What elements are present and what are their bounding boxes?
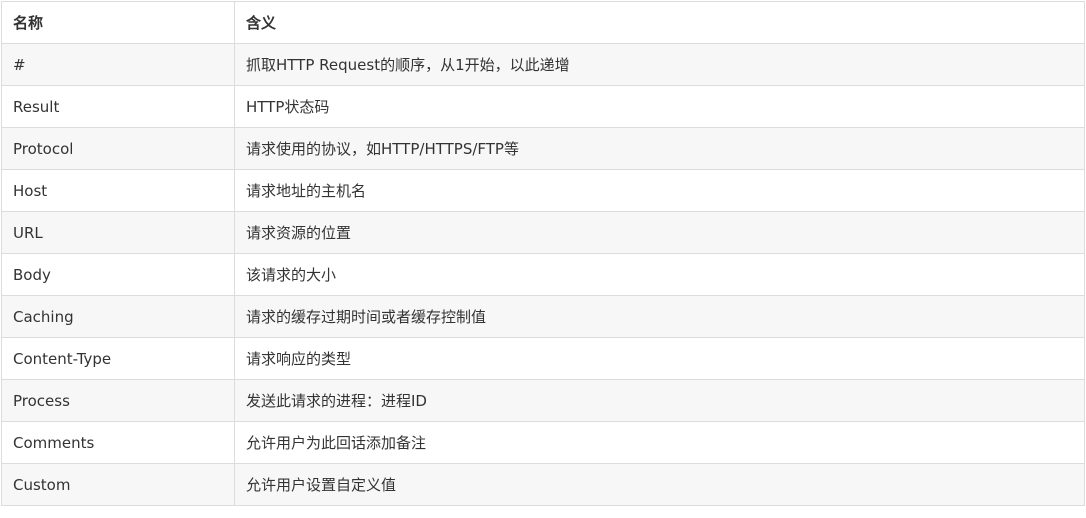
table-body: # 抓取HTTP Request的顺序，从1开始，以此递增 Result HTT… xyxy=(1,43,1085,506)
table-row: Result HTTP状态码 xyxy=(1,85,1085,128)
field-name-cell: # xyxy=(1,43,235,86)
field-meaning-cell: 允许用户设置自定义值 xyxy=(234,463,1085,506)
field-meaning-cell: 发送此请求的进程：进程ID xyxy=(234,379,1085,422)
field-meaning-cell: 允许用户为此回话添加备注 xyxy=(234,421,1085,464)
table-row: Comments 允许用户为此回话添加备注 xyxy=(1,421,1085,464)
table-row: Protocol 请求使用的协议，如HTTP/HTTPS/FTP等 xyxy=(1,127,1085,170)
table-header: 名称 含义 xyxy=(1,1,1085,44)
field-meaning-cell: 该请求的大小 xyxy=(234,253,1085,296)
table-row: Custom 允许用户设置自定义值 xyxy=(1,463,1085,506)
field-name-cell: Protocol xyxy=(1,127,235,170)
header-meaning: 含义 xyxy=(234,1,1085,44)
table-row: Content-Type 请求响应的类型 xyxy=(1,337,1085,380)
header-row: 名称 含义 xyxy=(1,1,1085,44)
field-meaning-cell: 请求使用的协议，如HTTP/HTTPS/FTP等 xyxy=(234,127,1085,170)
field-name-cell: Body xyxy=(1,253,235,296)
table-row: # 抓取HTTP Request的顺序，从1开始，以此递增 xyxy=(1,43,1085,86)
field-meaning-cell: HTTP状态码 xyxy=(234,85,1085,128)
table-row: Body 该请求的大小 xyxy=(1,253,1085,296)
field-name-cell: Custom xyxy=(1,463,235,506)
field-name-cell: Comments xyxy=(1,421,235,464)
field-name-cell: Host xyxy=(1,169,235,212)
table-row: Host 请求地址的主机名 xyxy=(1,169,1085,212)
header-name: 名称 xyxy=(1,1,235,44)
field-meaning-cell: 请求资源的位置 xyxy=(234,211,1085,254)
field-name-cell: Caching xyxy=(1,295,235,338)
field-name-cell: URL xyxy=(1,211,235,254)
table-row: Caching 请求的缓存过期时间或者缓存控制值 xyxy=(1,295,1085,338)
field-name-cell: Content-Type xyxy=(1,337,235,380)
field-name-cell: Result xyxy=(1,85,235,128)
field-meaning-cell: 请求地址的主机名 xyxy=(234,169,1085,212)
table-row: URL 请求资源的位置 xyxy=(1,211,1085,254)
table-row: Process 发送此请求的进程：进程ID xyxy=(1,379,1085,422)
field-meaning-cell: 请求的缓存过期时间或者缓存控制值 xyxy=(234,295,1085,338)
field-definition-table: 名称 含义 # 抓取HTTP Request的顺序，从1开始，以此递增 Resu… xyxy=(1,1,1085,506)
field-name-cell: Process xyxy=(1,379,235,422)
field-meaning-cell: 请求响应的类型 xyxy=(234,337,1085,380)
field-meaning-cell: 抓取HTTP Request的顺序，从1开始，以此递增 xyxy=(234,43,1085,86)
